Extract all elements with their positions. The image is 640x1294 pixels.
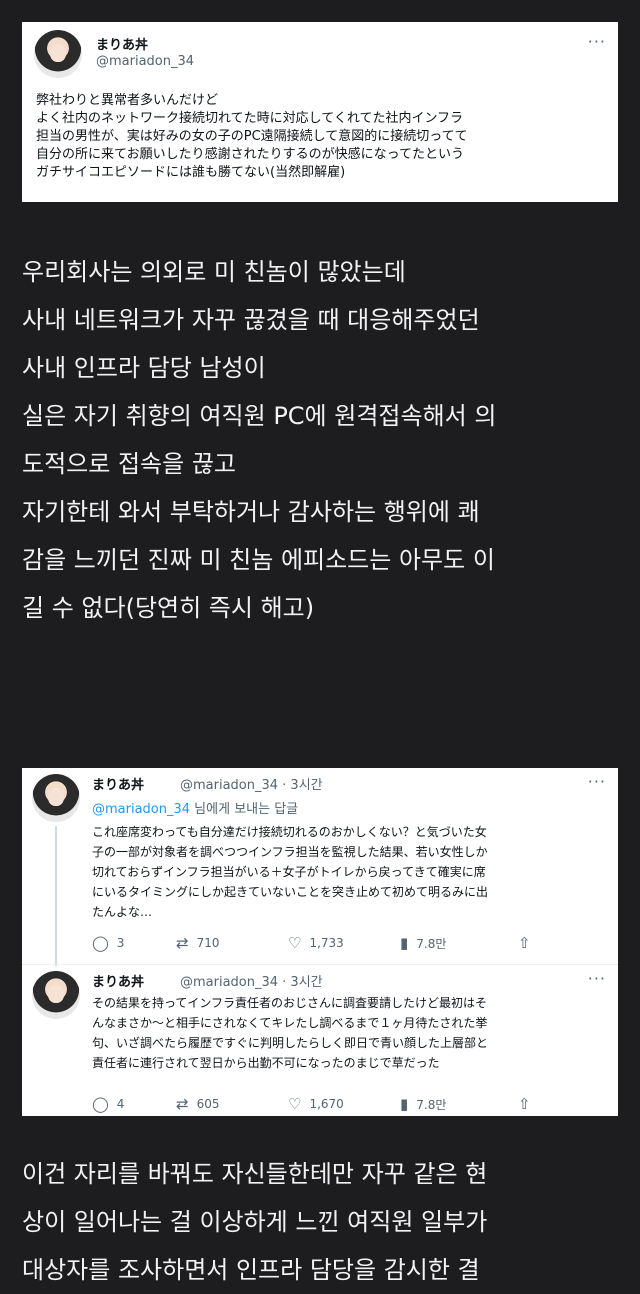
thread-connector [55,826,57,966]
avatar[interactable] [32,774,80,822]
tweet-card: まりあ丼 @mariadon_34 ··· 弊社わりと異常者多いんだけど よく社… [22,22,618,202]
retweet-icon: ⇄ [176,1095,189,1113]
share-action[interactable]: ⇧ [518,1095,531,1113]
reply-text: これ座席変わっても自分達だけ接続切れるのおかしくない？と気づいた女 子の一部が対… [92,825,489,919]
reply-action[interactable]: ◯ 3 [92,934,124,952]
author-name[interactable]: まりあ丼 [96,34,148,53]
reply-icon: ◯ [92,934,109,952]
reply-action[interactable]: ◯ 4 [92,1095,124,1113]
share-action[interactable]: ⇧ [518,934,531,952]
action-bar: ◯ 4 ⇄ 605 ♡ 1,670 ▮ 7.8만 ⇧ [92,1095,562,1115]
views-count: 7.8만 [416,936,447,951]
action-bar: ◯ 3 ⇄ 710 ♡ 1,733 ▮ 7.8만 ⇧ [92,934,562,954]
author-handle[interactable]: @mariadon_34 [96,54,194,69]
share-icon: ⇧ [518,934,531,952]
views-chart-icon: ▮ [400,934,409,952]
replies-card: まりあ丼 @mariadon_34 · 3시간 ··· @mariadon_34… [22,768,618,1116]
reply-count: 4 [116,1097,125,1111]
reply-text: その結果を持ってインフラ責任者のおじさんに調査要請したけど最初はそ んなまさか〜… [92,996,489,1070]
tweet-text: 弊社わりと異常者多いんだけど よく社内のネットワーク接続切れてた時に対応してくれ… [36,93,468,180]
more-options-icon[interactable]: ··· [588,969,606,988]
views-count: 7.8만 [416,1097,447,1112]
like-count: 1,670 [309,1097,344,1111]
author-handle-time[interactable]: @mariadon_34 · 3시간 [180,774,323,793]
author-handle-time[interactable]: @mariadon_34 · 3시간 [180,971,323,990]
share-icon: ⇧ [518,1095,531,1113]
views-chart-icon: ▮ [400,1095,409,1113]
retweet-icon: ⇄ [176,934,189,952]
retweet-action[interactable]: ⇄ 710 [176,934,219,952]
more-options-icon[interactable]: ··· [588,32,606,51]
replying-to-handle[interactable]: @mariadon_34 [92,802,190,817]
views-action[interactable]: ▮ 7.8만 [400,1095,446,1113]
more-options-icon[interactable]: ··· [588,772,606,791]
avatar[interactable] [34,30,82,78]
retweet-count: 710 [196,936,220,950]
like-count: 1,733 [309,936,344,950]
avatar[interactable] [32,971,80,1019]
author-name[interactable]: まりあ丼 [92,971,144,990]
views-action[interactable]: ▮ 7.8만 [400,934,446,952]
translation-text: 이건 자리를 바꿔도 자신들한테만 자꾸 같은 현 상이 일어나는 걸 이상하게… [22,1160,488,1284]
reply-icon: ◯ [92,1095,109,1113]
replying-to-suffix: 님에게 보내는 답글 [190,802,299,817]
reply-count: 3 [116,936,125,950]
like-action[interactable]: ♡ 1,670 [288,1095,344,1113]
heart-icon: ♡ [288,1095,302,1113]
replying-to: @mariadon_34 님에게 보내는 답글 [92,798,298,817]
author-name[interactable]: まりあ丼 [92,774,144,793]
retweet-action[interactable]: ⇄ 605 [176,1095,219,1113]
reply-tweet[interactable]: まりあ丼 @mariadon_34 · 3시간 ··· @mariadon_34… [22,768,618,966]
like-action[interactable]: ♡ 1,733 [288,934,344,952]
reply-tweet[interactable]: まりあ丼 @mariadon_34 · 3시간 ··· その結果を持ってインフラ… [22,964,618,1117]
retweet-count: 605 [196,1097,220,1111]
heart-icon: ♡ [288,934,302,952]
translation-text: 우리회사는 의외로 미 친놈이 많았는데 사내 네트워크가 자꾸 끊겼을 때 대… [22,258,497,622]
